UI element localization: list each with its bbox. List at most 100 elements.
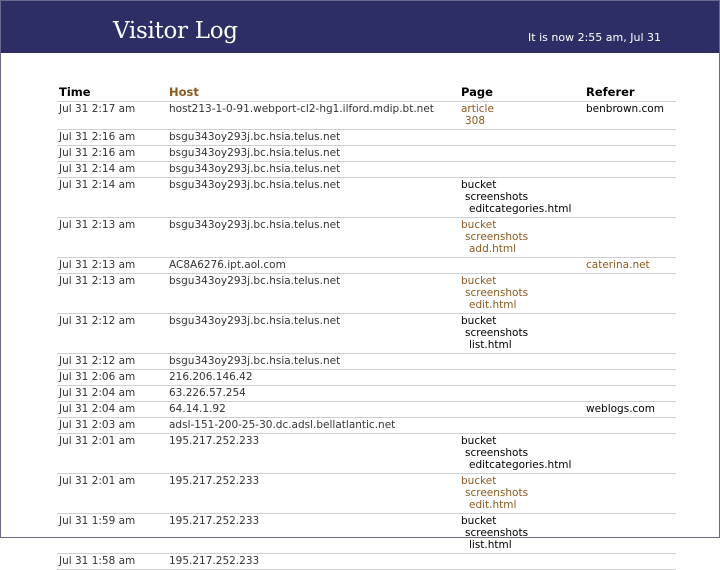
column-header-time: Time: [57, 85, 167, 102]
row-page[interactable]: bucket screenshots list.html: [459, 513, 584, 554]
current-time-text: It is now 2:55 am, Jul 31: [528, 31, 661, 44]
page-path-segment[interactable]: add.html: [461, 243, 584, 255]
row-time: Jul 31 1:59 am: [57, 513, 167, 554]
row-host: 216.206.146.42: [167, 369, 459, 386]
row-time: Jul 31 2:16 am: [57, 145, 167, 162]
row-referer: [584, 145, 676, 162]
row-time: Jul 31 2:14 am: [57, 177, 167, 218]
row-referer[interactable]: benbrown.com: [584, 101, 676, 130]
page-path-segment: screenshots: [465, 191, 529, 203]
row-host: bsgu343oy293j.bc.hsia.telus.net: [167, 273, 459, 314]
page-path-segment[interactable]: 308: [461, 115, 584, 127]
row-referer: [584, 313, 676, 354]
table-row: Jul 31 2:13 am bsgu343oy293j.bc.hsia.telu…: [57, 273, 676, 314]
row-time: Jul 31 2:12 am: [57, 313, 167, 354]
page-path-segment[interactable]: edit.html: [461, 299, 584, 311]
row-page[interactable]: article 308: [459, 101, 584, 130]
row-page: [459, 553, 584, 570]
table-row: Jul 31 2:06 am 216.206.146.42: [57, 369, 676, 386]
page-path-segment: screenshots: [465, 447, 529, 459]
page-path-segment: list.html: [469, 339, 512, 351]
row-page: [459, 161, 584, 178]
page-title: Visitor Log: [113, 18, 238, 44]
row-time: Jul 31 2:04 am: [57, 401, 167, 418]
row-time: Jul 31 2:16 am: [57, 129, 167, 146]
row-page: [459, 129, 584, 146]
row-referer: [584, 417, 676, 434]
table-row: Jul 31 2:01 am 195.217.252.233 bucket scree…: [57, 433, 676, 474]
page-path-segment: bucket: [461, 435, 497, 447]
header-bar: Visitor Log It is now 2:55 am, Jul 31: [1, 1, 719, 53]
row-page: [459, 385, 584, 402]
row-time: Jul 31 2:04 am: [57, 385, 167, 402]
row-host: bsgu343oy293j.bc.hsia.telus.net: [167, 129, 459, 146]
row-referer: [584, 353, 676, 370]
page-path-segment: editcategories.html: [469, 203, 572, 215]
row-host: 195.217.252.233: [167, 473, 459, 514]
row-time: Jul 31 2:13 am: [57, 257, 167, 274]
row-host: bsgu343oy293j.bc.hsia.telus.net: [167, 353, 459, 370]
row-page[interactable]: bucket screenshots editcategories.html: [459, 433, 584, 474]
table-row: Jul 31 1:59 am 195.217.252.233 bucket scree…: [57, 513, 676, 554]
row-host: 195.217.252.233: [167, 553, 459, 570]
row-referer: [584, 473, 676, 514]
row-referer: [584, 273, 676, 314]
page-path-segment[interactable]: article: [461, 103, 584, 115]
page-path-segment[interactable]: screenshots: [461, 231, 584, 243]
table-row: Jul 31 2:03 am adsl-151-200-25-30.dc.adsl…: [57, 417, 676, 434]
row-referer: [584, 177, 676, 218]
row-referer: [584, 369, 676, 386]
row-time: Jul 31 2:13 am: [57, 273, 167, 314]
table-row: Jul 31 2:04 am 63.226.57.254: [57, 385, 676, 402]
column-header-host[interactable]: Host: [167, 85, 459, 102]
table-row: Jul 31 2:14 am bsgu343oy293j.bc.hsia.telu…: [57, 177, 676, 218]
row-host: 195.217.252.233: [167, 513, 459, 554]
row-page[interactable]: bucket screenshots add.html: [459, 217, 584, 258]
table-row: Jul 31 2:16 am bsgu343oy293j.bc.hsia.telu…: [57, 129, 676, 146]
table-row: Jul 31 2:14 am bsgu343oy293j.bc.hsia.telu…: [57, 161, 676, 178]
row-page[interactable]: bucket screenshots edit.html: [459, 273, 584, 314]
row-referer: [584, 433, 676, 474]
row-time: Jul 31 2:14 am: [57, 161, 167, 178]
page-path-segment[interactable]: edit.html: [461, 499, 584, 511]
row-page[interactable]: bucket screenshots list.html: [459, 313, 584, 354]
row-host: 195.217.252.233: [167, 433, 459, 474]
page-path-segment[interactable]: screenshots: [461, 487, 584, 499]
column-header-referer: Referer: [584, 85, 676, 102]
page-path-segment[interactable]: bucket: [461, 219, 584, 231]
column-header-page: Page: [459, 85, 584, 102]
row-time: Jul 31 2:13 am: [57, 217, 167, 258]
row-time: Jul 31 2:01 am: [57, 433, 167, 474]
row-referer: [584, 553, 676, 570]
page-path-segment[interactable]: screenshots: [461, 287, 584, 299]
row-host: bsgu343oy293j.bc.hsia.telus.net: [167, 217, 459, 258]
table-body: Jul 31 2:17 am host213-1-0-91.webport-cl2…: [57, 101, 676, 570]
page-path-segment[interactable]: bucket: [461, 475, 584, 487]
page-path-segment: bucket: [461, 179, 497, 191]
row-page[interactable]: bucket screenshots editcategories.html: [459, 177, 584, 218]
row-page[interactable]: bucket screenshots edit.html: [459, 473, 584, 514]
row-time: Jul 31 2:17 am: [57, 101, 167, 130]
row-time: Jul 31 2:06 am: [57, 369, 167, 386]
row-host: bsgu343oy293j.bc.hsia.telus.net: [167, 145, 459, 162]
table-header-row: Time Host Page Referer: [57, 85, 676, 102]
table-row: Jul 31 2:13 am bsgu343oy293j.bc.hsia.telu…: [57, 217, 676, 258]
row-time: Jul 31 2:01 am: [57, 473, 167, 514]
row-referer: [584, 217, 676, 258]
row-host: 63.226.57.254: [167, 385, 459, 402]
row-host: AC8A6276.ipt.aol.com: [167, 257, 459, 274]
row-referer[interactable]: weblogs.com: [584, 401, 676, 418]
row-page: [459, 257, 584, 274]
table-row: Jul 31 2:16 am bsgu343oy293j.bc.hsia.telu…: [57, 145, 676, 162]
row-host: bsgu343oy293j.bc.hsia.telus.net: [167, 313, 459, 354]
page-path-segment: bucket: [461, 315, 497, 327]
page-path-segment: screenshots: [465, 327, 529, 339]
row-referer[interactable]: caterina.net: [584, 257, 676, 274]
row-page: [459, 417, 584, 434]
row-host: host213-1-0-91.webport-cl2-hg1.ilford.md…: [167, 101, 459, 130]
row-page: [459, 353, 584, 370]
row-referer: [584, 513, 676, 554]
page-path-segment[interactable]: bucket: [461, 275, 584, 287]
row-page: [459, 401, 584, 418]
row-host: bsgu343oy293j.bc.hsia.telus.net: [167, 177, 459, 218]
